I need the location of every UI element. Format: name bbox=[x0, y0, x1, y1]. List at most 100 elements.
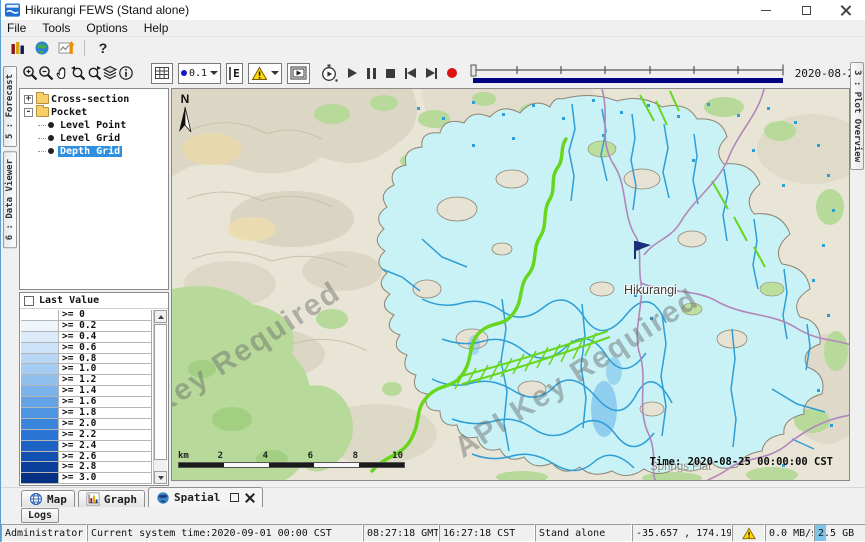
pan-button[interactable] bbox=[54, 61, 70, 85]
skip-start-triangle bbox=[407, 68, 416, 78]
scroll-down-button[interactable] bbox=[154, 471, 167, 484]
legend-scrollbar[interactable] bbox=[153, 310, 167, 484]
tab-spatial[interactable]: Spatial bbox=[148, 487, 263, 507]
stop-icon bbox=[386, 69, 395, 78]
legend-swatch bbox=[21, 452, 59, 462]
tree-item-label[interactable]: Pocket bbox=[49, 107, 89, 118]
tree-expander-icon[interactable]: + bbox=[24, 95, 33, 104]
legend-swatch bbox=[21, 441, 59, 451]
grid-display-button[interactable] bbox=[151, 63, 173, 84]
layers-button[interactable] bbox=[102, 61, 118, 85]
menu-item[interactable]: Options bbox=[86, 21, 127, 35]
tab-graph-label: Graph bbox=[104, 493, 137, 506]
status-warning-cell[interactable] bbox=[732, 524, 765, 542]
zoom-previous-button[interactable] bbox=[70, 61, 86, 85]
side-tab[interactable]: 5 : Forecast bbox=[3, 66, 17, 147]
legend-swatch bbox=[21, 386, 59, 396]
animation-window-button[interactable] bbox=[287, 63, 310, 84]
scroll-up-button[interactable] bbox=[154, 310, 167, 323]
timeseries-dialog-button[interactable] bbox=[54, 38, 78, 57]
tab-graph[interactable]: Graph bbox=[78, 490, 145, 507]
north-label: N bbox=[181, 92, 190, 106]
close-tab-icon[interactable] bbox=[245, 493, 255, 503]
folder-icon bbox=[36, 94, 49, 104]
title-bar[interactable]: Hikurangi FEWS (Stand alone) bbox=[1, 0, 865, 20]
menu-bar: File Tools Options Help bbox=[1, 20, 865, 37]
contour-threshold-dropdown[interactable]: 0.1 bbox=[178, 63, 221, 84]
globe-icon bbox=[34, 40, 50, 56]
close-icon bbox=[841, 5, 851, 15]
time-slider[interactable] bbox=[469, 62, 787, 84]
menu-item[interactable]: File bbox=[7, 21, 26, 35]
maximize-button[interactable] bbox=[786, 0, 826, 20]
zoom-next-button[interactable] bbox=[86, 61, 102, 85]
warning-icon bbox=[251, 66, 268, 81]
tree-item[interactable]: Depth Grid bbox=[24, 145, 168, 157]
legend-swatch bbox=[21, 462, 59, 472]
help-button[interactable]: ? bbox=[91, 38, 115, 57]
record-button[interactable] bbox=[447, 63, 457, 83]
chevron-down-icon bbox=[271, 71, 279, 75]
left-tab-strip: 5 : Forecast 6 : Data Viewer bbox=[1, 58, 18, 487]
tree-item-label[interactable]: Depth Grid bbox=[58, 146, 122, 157]
logs-button[interactable]: Logs bbox=[21, 508, 59, 523]
explorer-button[interactable] bbox=[6, 38, 30, 57]
scrollbar-thumb[interactable] bbox=[154, 324, 167, 460]
tab-map[interactable]: Map bbox=[21, 490, 75, 507]
zoom-in-button[interactable] bbox=[22, 61, 38, 85]
info-button[interactable] bbox=[118, 61, 134, 85]
status-bar: Administrator Current system time:2020-0… bbox=[1, 524, 865, 542]
legend-label: >= 1.6 bbox=[59, 397, 96, 407]
scale-bar: km 246810 bbox=[178, 451, 418, 468]
play-button[interactable] bbox=[348, 63, 357, 83]
legend-row[interactable]: >= 0.6 bbox=[21, 343, 151, 354]
warnings-dropdown[interactable] bbox=[248, 63, 282, 84]
legend-label: >= 3.0 bbox=[59, 473, 96, 483]
bullet-icon bbox=[48, 135, 54, 141]
legend-swatch bbox=[21, 332, 59, 342]
legend-swatch bbox=[21, 430, 59, 440]
skip-to-end-button[interactable] bbox=[426, 63, 437, 83]
skip-end-triangle bbox=[426, 68, 435, 78]
tree-item-label[interactable]: Cross-section bbox=[49, 94, 131, 105]
side-tab[interactable]: 6 : Data Viewer bbox=[3, 151, 17, 248]
zoom-out-button[interactable] bbox=[38, 61, 54, 85]
menu-item[interactable]: Help bbox=[144, 21, 169, 35]
north-arrow: N bbox=[178, 92, 192, 134]
tree-expander-icon[interactable]: - bbox=[24, 108, 33, 117]
tree-item[interactable]: Level Point bbox=[24, 119, 168, 131]
legend-label: >= 2.4 bbox=[59, 441, 96, 451]
legend-swatch bbox=[21, 354, 59, 364]
tab-spatial-label: Spatial bbox=[174, 491, 220, 504]
last-value-checkbox[interactable] bbox=[24, 296, 34, 306]
pause-button[interactable] bbox=[367, 63, 376, 83]
close-button[interactable] bbox=[826, 0, 865, 20]
legend-toggle-button[interactable]: E bbox=[226, 63, 243, 84]
side-tab[interactable]: 3 : Plot Overview bbox=[850, 62, 864, 170]
legend-button-label: E bbox=[229, 67, 240, 80]
legend-row[interactable]: >= 2.4 bbox=[21, 441, 151, 452]
tree-item[interactable]: + Cross-section bbox=[24, 93, 168, 105]
time-slider-thumb[interactable] bbox=[471, 65, 476, 76]
legend-label: >= 1.2 bbox=[59, 375, 96, 385]
minimize-button[interactable] bbox=[746, 0, 786, 20]
status-user: Administrator bbox=[1, 524, 87, 542]
scale-tick-label: 8 bbox=[313, 451, 358, 461]
stop-button[interactable] bbox=[386, 63, 395, 83]
tree-item[interactable]: - Pocket bbox=[24, 106, 168, 118]
tree-item[interactable]: Level Grid bbox=[24, 132, 168, 144]
map-view[interactable]: N API Key Required API Key Required Hiku… bbox=[171, 88, 850, 481]
legend-label: >= 2.8 bbox=[59, 462, 96, 472]
tree-item-label[interactable]: Level Point bbox=[58, 120, 128, 131]
legend-swatch bbox=[21, 419, 59, 429]
stopwatch-icon bbox=[320, 64, 338, 82]
skip-to-start-button[interactable] bbox=[405, 63, 416, 83]
legend-header: Last Value bbox=[20, 293, 168, 309]
undock-tab-icon[interactable] bbox=[230, 493, 239, 502]
folder-icon bbox=[36, 107, 49, 117]
animation-speed-button[interactable] bbox=[320, 63, 338, 83]
menu-item[interactable]: Tools bbox=[42, 21, 70, 35]
tree-item-label[interactable]: Level Grid bbox=[58, 133, 122, 144]
bullet-icon bbox=[48, 122, 54, 128]
map-display-button[interactable] bbox=[30, 38, 54, 57]
